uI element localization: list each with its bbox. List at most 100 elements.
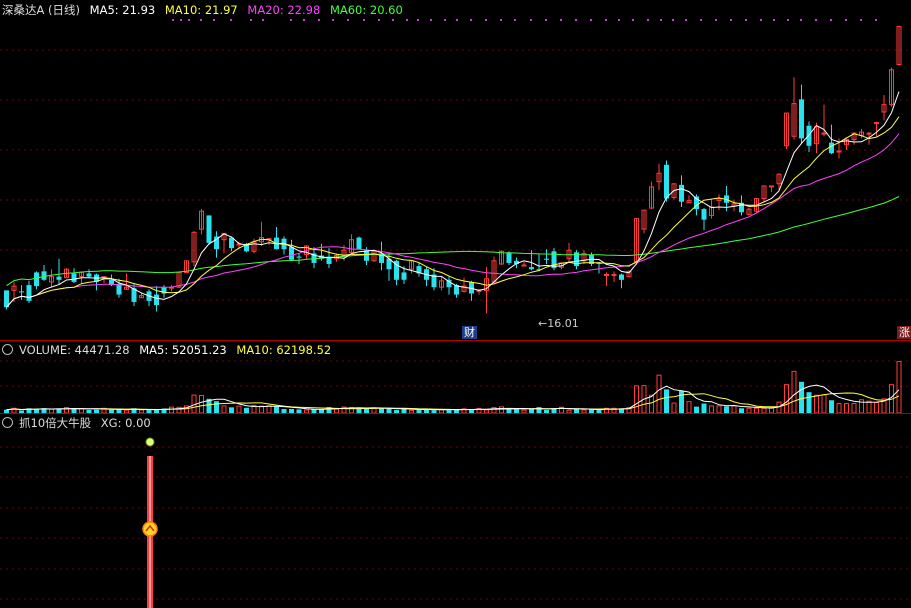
signal-dot (605, 19, 607, 21)
candle-body (604, 274, 609, 277)
volume-header: VOLUME: 44471.28 MA5: 52051.23 MA10: 621… (2, 343, 337, 357)
volume-bar (701, 403, 707, 413)
signal-dot (660, 19, 662, 21)
volume-bar (836, 403, 842, 413)
signal-dot (290, 19, 292, 21)
candle-body (206, 215, 212, 243)
signal-dot (545, 19, 547, 21)
volume-ma5-value: MA5: 52051.23 (139, 343, 227, 357)
signal-dot (180, 19, 182, 21)
signal-dot (830, 19, 832, 21)
volume-bar (221, 405, 227, 413)
candle-body (529, 267, 534, 270)
ma10-line (6, 116, 900, 308)
settings-circle-icon[interactable] (2, 344, 13, 355)
signal-dot (800, 19, 802, 21)
volume-bar (799, 381, 804, 413)
volume-bar (686, 401, 692, 413)
volume-bar (731, 405, 737, 413)
candle-body (521, 264, 527, 267)
volume-ma10-line (6, 392, 900, 411)
signal-dot (618, 19, 620, 21)
candle-body (86, 273, 92, 277)
signal-dot (230, 19, 232, 21)
indicator-name: 抓10倍大牛股 (19, 416, 92, 430)
volume-bar (896, 360, 902, 413)
settings-circle-icon[interactable] (2, 417, 13, 428)
signal-dot (430, 19, 432, 21)
signal-dot (773, 19, 775, 21)
signal-dot (406, 19, 408, 21)
low-price-label: ←16.01 (538, 317, 579, 330)
volume-bar (724, 406, 729, 413)
volume-bar (679, 391, 684, 413)
signal-dot (560, 19, 562, 21)
rise-marker[interactable]: 涨 (897, 326, 911, 339)
volume-bar (784, 384, 789, 413)
candle-body (289, 247, 294, 260)
volume-bar (874, 402, 879, 413)
volume-bar (829, 400, 834, 413)
price-panel[interactable]: 深桑达A (日线) MA5: 21.93 MA10: 21.97 MA20: 2… (0, 0, 911, 340)
signal-dot (514, 19, 516, 21)
low-price-value: 16.01 (547, 317, 579, 330)
candle-body (154, 294, 159, 306)
candle-body (356, 237, 362, 250)
signal-dot (787, 19, 789, 21)
signal-dot (200, 19, 202, 21)
signal-dot (575, 19, 577, 21)
candle-body (71, 273, 77, 282)
signal-dot (845, 19, 847, 21)
price-chart (0, 19, 911, 314)
volume-bar (649, 394, 654, 413)
buy-signal-icon (142, 521, 158, 537)
ma5-value: MA5: 21.93 (89, 3, 156, 17)
volume-bar (866, 400, 872, 413)
volume-bar (844, 403, 849, 413)
ma60-line (6, 196, 900, 287)
volume-ma10-value: MA10: 62198.52 (236, 343, 332, 357)
volume-bar (236, 405, 242, 413)
signal-dot (860, 19, 862, 21)
volume-bar (214, 401, 219, 413)
signal-dot (188, 19, 190, 21)
candle-body (116, 284, 122, 295)
candle-body (56, 276, 62, 280)
candle-body (19, 291, 24, 293)
volume-bar (814, 394, 819, 413)
signal-dot (875, 19, 877, 21)
signal-dot (213, 19, 215, 21)
signal-dot (500, 19, 502, 21)
signal-dot (715, 19, 717, 21)
candle-body (799, 99, 804, 139)
finance-marker[interactable]: 财 (462, 326, 477, 339)
volume-ma5-line (6, 384, 900, 411)
signal-dot (332, 19, 334, 21)
volume-bar (664, 389, 669, 413)
volume-bar (634, 385, 639, 413)
signal-dot (444, 19, 446, 21)
signal-dot (347, 19, 349, 21)
signal-dot (456, 19, 458, 21)
signal-dot (318, 19, 320, 21)
candle-body (34, 272, 39, 287)
ma20-line (6, 133, 900, 308)
volume-panel[interactable]: VOLUME: 44471.28 MA5: 52051.23 MA10: 621… (0, 341, 911, 413)
volume-bar (821, 394, 827, 413)
volume-bar (851, 403, 857, 413)
candle-body (619, 274, 624, 280)
signal-dot (745, 19, 747, 21)
ma10-value: MA10: 21.97 (164, 3, 238, 17)
ma60-value: MA60: 20.60 (329, 3, 403, 17)
candle-body (829, 142, 834, 154)
signal-dot (590, 19, 592, 21)
apple-icon (145, 437, 155, 447)
indicator-panel[interactable]: 抓10倍大牛股 XG: 0.00 (0, 414, 911, 608)
signal-dot (530, 19, 532, 21)
volume-bar (716, 405, 722, 413)
candle-body (401, 272, 407, 280)
candle-body (364, 250, 369, 261)
ma20-value: MA20: 22.98 (247, 3, 321, 17)
candle-body (296, 256, 302, 258)
candle-body (41, 271, 47, 280)
